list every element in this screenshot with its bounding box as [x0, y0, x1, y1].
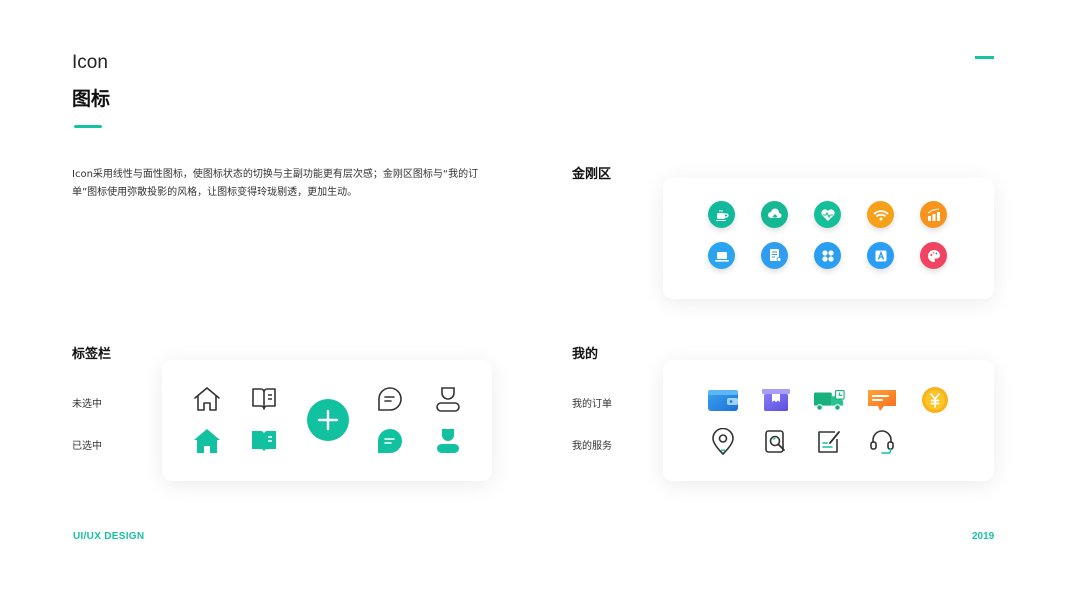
- plus-icon: [317, 409, 339, 431]
- heart-pulse-icon[interactable]: [814, 201, 841, 228]
- unselected-label: 未选中: [72, 399, 102, 410]
- corner-accent-bar: [975, 56, 994, 59]
- title-zh: 图标: [72, 88, 111, 110]
- selected-label: 已选中: [72, 441, 102, 452]
- user-icon[interactable]: [432, 383, 464, 415]
- wifi-icon[interactable]: [867, 201, 894, 228]
- palette-icon[interactable]: [920, 242, 947, 269]
- apps-grid-icon[interactable]: [814, 242, 841, 269]
- cloud-upload-icon[interactable]: [761, 201, 788, 228]
- search-document-icon[interactable]: [760, 426, 792, 458]
- coffee-icon[interactable]: [708, 201, 735, 228]
- tabbar-label: 标签栏: [72, 347, 112, 362]
- wallet-icon[interactable]: [707, 384, 739, 416]
- home-icon-selected[interactable]: [191, 425, 223, 457]
- document-icon[interactable]: [761, 242, 788, 269]
- tabbar-card: [162, 360, 492, 481]
- user-icon-selected[interactable]: [432, 425, 464, 457]
- headset-icon[interactable]: [866, 426, 898, 458]
- title-en: Icon: [72, 52, 108, 73]
- yen-coin-icon[interactable]: [919, 384, 951, 416]
- chat-icon-selected[interactable]: [374, 425, 406, 457]
- services-label: 我的服务: [572, 441, 612, 452]
- box-icon[interactable]: [760, 384, 792, 416]
- mine-label: 我的: [572, 347, 599, 362]
- book-icon-selected[interactable]: [248, 425, 280, 457]
- laptop-icon[interactable]: [708, 242, 735, 269]
- jingang-card: [663, 178, 994, 299]
- bar-chart-icon[interactable]: [920, 201, 947, 228]
- home-icon[interactable]: [191, 383, 223, 415]
- chat-icon[interactable]: [374, 383, 406, 415]
- footer-year: 2019: [972, 531, 995, 542]
- orders-label: 我的订单: [572, 399, 612, 410]
- font-a-icon[interactable]: [867, 242, 894, 269]
- location-pin-icon[interactable]: [707, 426, 739, 458]
- edit-icon[interactable]: [813, 426, 845, 458]
- message-icon[interactable]: [866, 384, 898, 416]
- truck-icon[interactable]: [813, 384, 845, 416]
- jingang-label: 金刚区: [572, 167, 612, 182]
- mine-card: [663, 360, 994, 481]
- title-underline: [74, 125, 102, 128]
- footer-brand: UI/UX DESIGN: [73, 531, 145, 542]
- plus-button[interactable]: [307, 399, 349, 441]
- description-text: Icon采用线性与面性图标，使图标状态的切换与主副功能更有层次感；金刚区图标与“…: [72, 169, 479, 198]
- book-icon[interactable]: [248, 383, 280, 415]
